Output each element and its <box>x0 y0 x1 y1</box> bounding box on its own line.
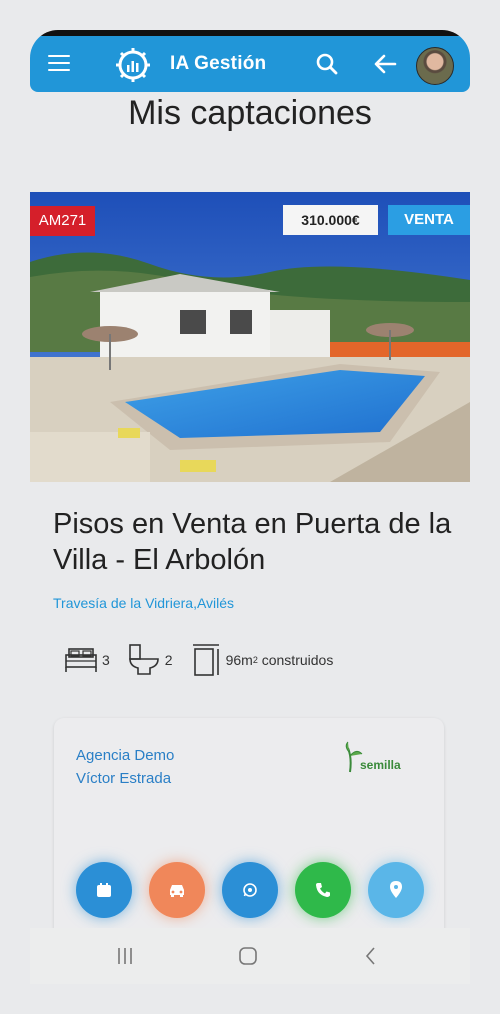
location-pin-icon <box>390 881 402 898</box>
property-title: Pisos en Venta en Puerta de la Villa - E… <box>53 508 452 576</box>
bedrooms-feature: 3 <box>63 645 110 675</box>
phone-screen: IA Gestión Mis captaciones AM271 310.000… <box>30 30 470 930</box>
back-icon[interactable] <box>363 946 379 966</box>
price-badge: 310.000€ <box>283 205 378 235</box>
property-address[interactable]: Travesía de la Vidriera,Avilés <box>53 595 234 611</box>
reference-badge: AM271 <box>30 206 95 236</box>
bathrooms-count: 2 <box>164 652 173 668</box>
recents-icon[interactable] <box>116 946 134 966</box>
system-nav-bar <box>30 928 470 984</box>
app-brand: IA Gestión <box>170 53 267 74</box>
calendar-icon <box>97 883 111 897</box>
whatsapp-button[interactable] <box>222 862 278 918</box>
bathrooms-feature: 2 <box>126 642 173 678</box>
visit-button[interactable] <box>149 862 205 918</box>
property-features: 3 2 96m 2 construidos <box>63 642 349 678</box>
user-avatar[interactable] <box>416 47 454 85</box>
phone-icon <box>316 883 330 897</box>
floorplan-icon <box>192 644 219 676</box>
calendar-button[interactable] <box>76 862 132 918</box>
partner-logo-text: semilla <box>360 758 401 772</box>
partner-logo: semilla <box>342 740 414 780</box>
bedrooms-count: 3 <box>102 652 110 668</box>
gear-chart-logo <box>116 48 150 82</box>
area-value: 96m <box>225 652 253 668</box>
whatsapp-icon <box>243 883 257 897</box>
agent-info: Agencia Demo Víctor Estrada <box>76 744 174 790</box>
property-photo[interactable] <box>30 192 470 482</box>
action-bar <box>76 862 441 918</box>
operation-badge: VENTA <box>388 205 470 235</box>
search-icon[interactable] <box>314 51 340 77</box>
page-title: Mis captaciones <box>128 94 372 132</box>
area-feature: 96m 2 construidos <box>189 642 334 678</box>
toilet-icon <box>128 644 159 675</box>
agent-name[interactable]: Víctor Estrada <box>76 767 174 790</box>
arrow-left-icon[interactable] <box>372 50 400 78</box>
phone-button[interactable] <box>295 862 351 918</box>
car-icon <box>170 885 184 897</box>
hamburger-icon[interactable] <box>48 55 70 73</box>
area-suffix: construidos <box>257 652 334 668</box>
app-bar: IA Gestión <box>30 36 470 92</box>
home-icon[interactable] <box>237 946 259 966</box>
agency-name[interactable]: Agencia Demo <box>76 744 174 767</box>
bed-icon <box>65 648 97 672</box>
location-button[interactable] <box>368 862 424 918</box>
